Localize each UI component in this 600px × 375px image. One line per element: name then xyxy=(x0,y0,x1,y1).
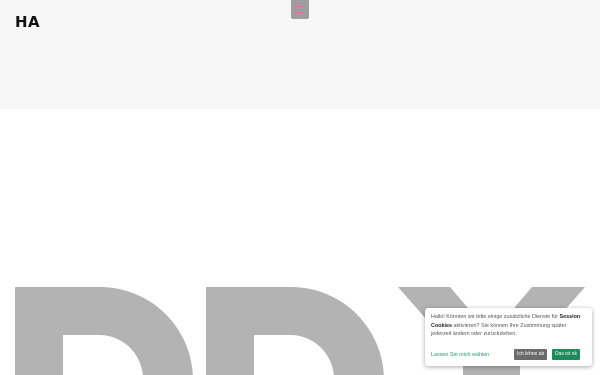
menu-line-icon xyxy=(294,12,304,13)
hero-shape-2 xyxy=(206,287,384,375)
site-header: HA xyxy=(0,0,600,109)
cookie-message: Hallo! Könnten wir bitte einige zusätzli… xyxy=(431,314,581,337)
accept-button[interactable]: Das ist ok xyxy=(552,349,580,360)
decline-button[interactable]: Ich lehne ab xyxy=(514,349,548,360)
cookie-actions: Lassen Sie mich wählen Ich lehne ab Das … xyxy=(431,349,584,360)
choose-settings-link[interactable]: Lassen Sie mich wählen xyxy=(431,351,489,360)
cookie-consent-banner: Hallo! Könnten wir bitte einige zusätzli… xyxy=(425,308,592,366)
menu-line-icon xyxy=(294,9,301,10)
menu-line-icon xyxy=(294,3,303,4)
hero-shape-1 xyxy=(15,287,193,375)
menu-toggle-button[interactable] xyxy=(291,0,309,19)
site-logo[interactable]: HA xyxy=(15,13,40,31)
menu-line-icon xyxy=(294,6,305,7)
